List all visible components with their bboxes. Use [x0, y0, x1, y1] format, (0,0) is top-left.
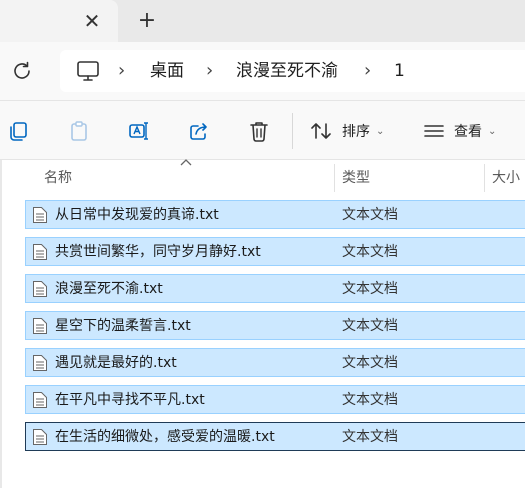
file-type: 文本文档 [342, 355, 398, 371]
address-row: › 桌面 › 浪漫至死不渝 › 1 [0, 42, 525, 100]
file-name: 从日常中发现爱的真谛.txt [55, 207, 219, 223]
file-type: 文本文档 [342, 244, 398, 260]
breadcrumb-desktop[interactable]: 桌面 [150, 59, 184, 83]
text-file-icon [33, 281, 47, 297]
file-name: 浪漫至死不渝.txt [55, 281, 163, 297]
toolbar-divider [292, 113, 293, 149]
file-name: 遇见就是最好的.txt [55, 355, 177, 371]
text-file-icon [33, 207, 47, 223]
view-menu-button[interactable]: 查看 ⌄ [424, 119, 496, 143]
copy-icon[interactable] [8, 120, 30, 142]
sort-label: 排序 [342, 124, 370, 140]
file-row[interactable]: 星空下的温柔誓言.txt 文本文档 [25, 311, 525, 340]
tab-strip: ✕ + [0, 0, 525, 42]
file-name: 在平凡中寻找不平凡.txt [55, 392, 205, 408]
breadcrumb-current[interactable]: 1 [394, 59, 405, 83]
paste-icon[interactable] [68, 120, 90, 142]
pane-border [0, 160, 2, 488]
view-label: 查看 [454, 124, 482, 140]
file-name: 共赏世间繁华，同守岁月静好.txt [55, 244, 261, 260]
breadcrumb-folder[interactable]: 浪漫至死不渝 [236, 59, 338, 83]
this-pc-icon [77, 61, 99, 81]
sort-ascending-icon [180, 159, 192, 166]
sort-icon [311, 123, 331, 139]
column-divider[interactable] [484, 164, 485, 192]
breadcrumb-chevron-icon[interactable]: › [118, 59, 125, 83]
file-type: 文本文档 [342, 207, 398, 223]
text-file-icon [33, 429, 47, 445]
file-row[interactable]: 浪漫至死不渝.txt 文本文档 [25, 274, 525, 303]
column-header: 名称 类型 大小 [0, 159, 525, 194]
file-row[interactable]: 遇见就是最好的.txt 文本文档 [25, 348, 525, 377]
column-type[interactable]: 类型 [342, 167, 370, 187]
active-tab[interactable]: ✕ [0, 0, 118, 42]
file-name: 在生活的细微处，感受爱的温暖.txt [55, 429, 275, 445]
breadcrumb-chevron-icon[interactable]: › [206, 59, 213, 83]
breadcrumb-chevron-icon[interactable]: › [364, 59, 371, 83]
column-name[interactable]: 名称 [44, 167, 72, 187]
file-row[interactable]: 在生活的细微处，感受爱的温暖.txt 文本文档 [25, 422, 525, 451]
column-size[interactable]: 大小 [492, 167, 520, 187]
new-tab-icon[interactable]: + [136, 9, 158, 33]
close-tab-icon[interactable]: ✕ [82, 9, 102, 33]
chevron-down-icon: ⌄ [488, 125, 497, 137]
text-file-icon [33, 392, 47, 408]
column-divider[interactable] [334, 164, 335, 192]
file-list[interactable]: 名称 类型 大小 从日常中发现爱的真谛.txt 文本文档 共赏世间繁华，同守岁月… [0, 159, 525, 488]
address-bar[interactable]: › 桌面 › 浪漫至死不渝 › 1 [60, 50, 525, 92]
sort-menu-button[interactable]: 排序 ⌄ [310, 119, 384, 143]
file-name: 星空下的温柔誓言.txt [55, 318, 191, 334]
chevron-down-icon: ⌄ [376, 125, 385, 137]
file-row[interactable]: 在平凡中寻找不平凡.txt 文本文档 [25, 385, 525, 414]
file-row[interactable]: 共赏世间繁华，同守岁月静好.txt 文本文档 [25, 237, 525, 266]
text-file-icon [33, 318, 47, 334]
command-bar: 排序 ⌄ 查看 ⌄ [0, 100, 525, 160]
file-type: 文本文档 [342, 318, 398, 334]
refresh-icon[interactable] [10, 59, 34, 83]
rename-icon[interactable] [128, 120, 150, 142]
share-icon[interactable] [188, 120, 210, 142]
file-type: 文本文档 [342, 429, 398, 445]
view-list-icon [424, 125, 444, 137]
file-type: 文本文档 [342, 392, 398, 408]
delete-icon[interactable] [248, 120, 270, 142]
file-row[interactable]: 从日常中发现爱的真谛.txt 文本文档 [25, 200, 525, 229]
text-file-icon [33, 244, 47, 260]
text-file-icon [33, 355, 47, 371]
file-type: 文本文档 [342, 281, 398, 297]
